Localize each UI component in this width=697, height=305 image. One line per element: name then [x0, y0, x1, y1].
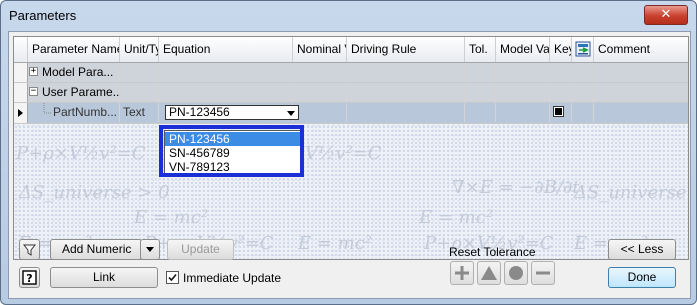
- immediate-update-label: Immediate Update: [183, 271, 282, 285]
- column-header-parameter-name[interactable]: Parameter Name: [28, 37, 120, 62]
- close-button[interactable]: ✕: [644, 5, 688, 25]
- upper-tolerance-icon: [481, 266, 497, 280]
- update-label: Update: [181, 242, 220, 256]
- background-formula: ∇×E = −∂B/∂t: [452, 177, 580, 198]
- reset-tolerance-label: Reset Tolerance: [449, 245, 536, 259]
- row-header[interactable]: [14, 103, 28, 123]
- link-button[interactable]: Link: [50, 267, 158, 288]
- grid-cell: [496, 83, 550, 102]
- column-header-nominal-value[interactable]: Nominal V: [293, 37, 347, 62]
- grid-cell: [572, 63, 594, 82]
- dialog-body: P+ρ×V½v²=C P+ρ×V½v²=C ΔS_universe > 0 ΔS…: [8, 31, 691, 299]
- less-button[interactable]: << Less: [608, 239, 676, 260]
- help-icon: ?: [22, 270, 37, 285]
- background-formula: E = mc²: [419, 207, 494, 228]
- reset-tolerance-upper-button[interactable]: [477, 261, 501, 285]
- checkmark-icon: [168, 273, 177, 282]
- nominal-value-cell[interactable]: [293, 103, 347, 122]
- parameters-grid: P+ρ×V½v²=C P+ρ×V½v²=C ΔS_universe > 0 ΔS…: [13, 36, 689, 260]
- less-label: << Less: [620, 242, 664, 256]
- group-label: User Parame...: [39, 83, 120, 102]
- key-cell[interactable]: [550, 103, 572, 122]
- median-tolerance-icon: [509, 266, 523, 280]
- row-header: [14, 83, 28, 102]
- close-icon: ✕: [660, 7, 672, 22]
- background-formula: E = mc²: [134, 207, 209, 228]
- unit-cell[interactable]: Text: [120, 103, 159, 122]
- column-header-driving-rule[interactable]: Driving Rule: [347, 37, 465, 62]
- link-label: Link: [92, 270, 115, 284]
- filter-icon: [22, 244, 37, 256]
- grid-cell: [293, 83, 347, 102]
- title-bar[interactable]: Parameters ✕: [1, 1, 696, 31]
- grid-cell: [120, 63, 159, 82]
- column-header-comment[interactable]: Comment: [594, 37, 688, 62]
- collapse-icon[interactable]: −: [29, 87, 38, 96]
- expand-icon[interactable]: +: [29, 67, 38, 76]
- parameters-dialog: Parameters ✕ P+ρ×V½v²=C P+ρ×V½v²=C ΔS_un…: [0, 0, 697, 305]
- column-header-tolerance[interactable]: Tol.: [465, 37, 496, 62]
- parameter-name-cell[interactable]: PartNumb...: [50, 103, 120, 122]
- chevron-down-icon[interactable]: [287, 111, 295, 116]
- add-numeric-button[interactable]: Add Numeric: [50, 239, 142, 260]
- update-button[interactable]: Update: [167, 239, 234, 260]
- column-header-export[interactable]: [572, 37, 594, 62]
- background-formula: ΔS_universe > 0: [574, 182, 688, 203]
- grid-cell: [293, 63, 347, 82]
- plus-tolerance-icon: [455, 266, 469, 280]
- key-checkbox[interactable]: [553, 106, 564, 117]
- done-label: Done: [627, 270, 657, 284]
- dropdown-highlight-frame: [159, 125, 304, 177]
- export-parameter-icon: [575, 41, 591, 57]
- add-numeric-dropdown-button[interactable]: [140, 239, 160, 260]
- svg-text:?: ?: [26, 272, 32, 285]
- comment-cell[interactable]: [594, 103, 688, 122]
- column-header-model-value[interactable]: Model Val: [496, 37, 550, 62]
- column-header-key[interactable]: Key: [550, 37, 572, 62]
- grid-cell: [120, 83, 159, 102]
- grid-cell: [550, 83, 572, 102]
- grid-cell: [496, 63, 550, 82]
- reset-tolerance-lower-button[interactable]: [531, 261, 555, 285]
- equation-combobox-value: PN-123456: [169, 105, 230, 119]
- table-row[interactable]: PartNumb... Text PN-123456: [14, 103, 688, 124]
- grid-group-row-model[interactable]: + Model Para...: [14, 63, 688, 83]
- done-button[interactable]: Done: [608, 267, 676, 288]
- model-value-cell[interactable]: [496, 103, 550, 122]
- column-header-equation[interactable]: Equation: [159, 37, 293, 62]
- reset-tolerance-plus-button[interactable]: [450, 261, 474, 285]
- lower-tolerance-icon: [536, 271, 550, 275]
- grid-cell: [347, 63, 465, 82]
- current-row-icon: [18, 109, 23, 117]
- background-formula: E = mc²: [298, 233, 373, 254]
- grid-cell: [550, 63, 572, 82]
- grid-cell: [572, 83, 594, 102]
- row-header-corner: [14, 37, 28, 62]
- group-label: Model Para...: [39, 63, 120, 82]
- driving-rule-cell[interactable]: [347, 103, 465, 122]
- help-button[interactable]: ?: [19, 267, 40, 288]
- grid-header-row: Parameter Name Unit/Ty Equation Nominal …: [14, 37, 688, 63]
- grid-cell: [465, 63, 496, 82]
- grid-cell: [465, 83, 496, 102]
- tolerance-cell[interactable]: [465, 103, 496, 122]
- immediate-update-checkbox[interactable]: [166, 271, 179, 284]
- column-header-unit[interactable]: Unit/Ty: [120, 37, 159, 62]
- reset-tolerance-median-button[interactable]: [504, 261, 528, 285]
- grid-cell: [347, 83, 465, 102]
- grid-cell: [159, 83, 293, 102]
- add-numeric-label: Add Numeric: [62, 242, 132, 256]
- grid-group-row-user[interactable]: − User Parame...: [14, 83, 688, 103]
- grid-cell: [159, 63, 293, 82]
- row-header: [14, 63, 28, 82]
- background-formula: P+ρ×V½v²=C: [16, 143, 146, 164]
- window-title: Parameters: [9, 8, 77, 23]
- filter-button[interactable]: [19, 239, 40, 260]
- chevron-down-icon: [146, 247, 154, 252]
- background-formula: ΔS_universe > 0: [19, 182, 170, 203]
- equation-combobox[interactable]: PN-123456: [165, 105, 299, 120]
- export-cell[interactable]: [572, 103, 594, 122]
